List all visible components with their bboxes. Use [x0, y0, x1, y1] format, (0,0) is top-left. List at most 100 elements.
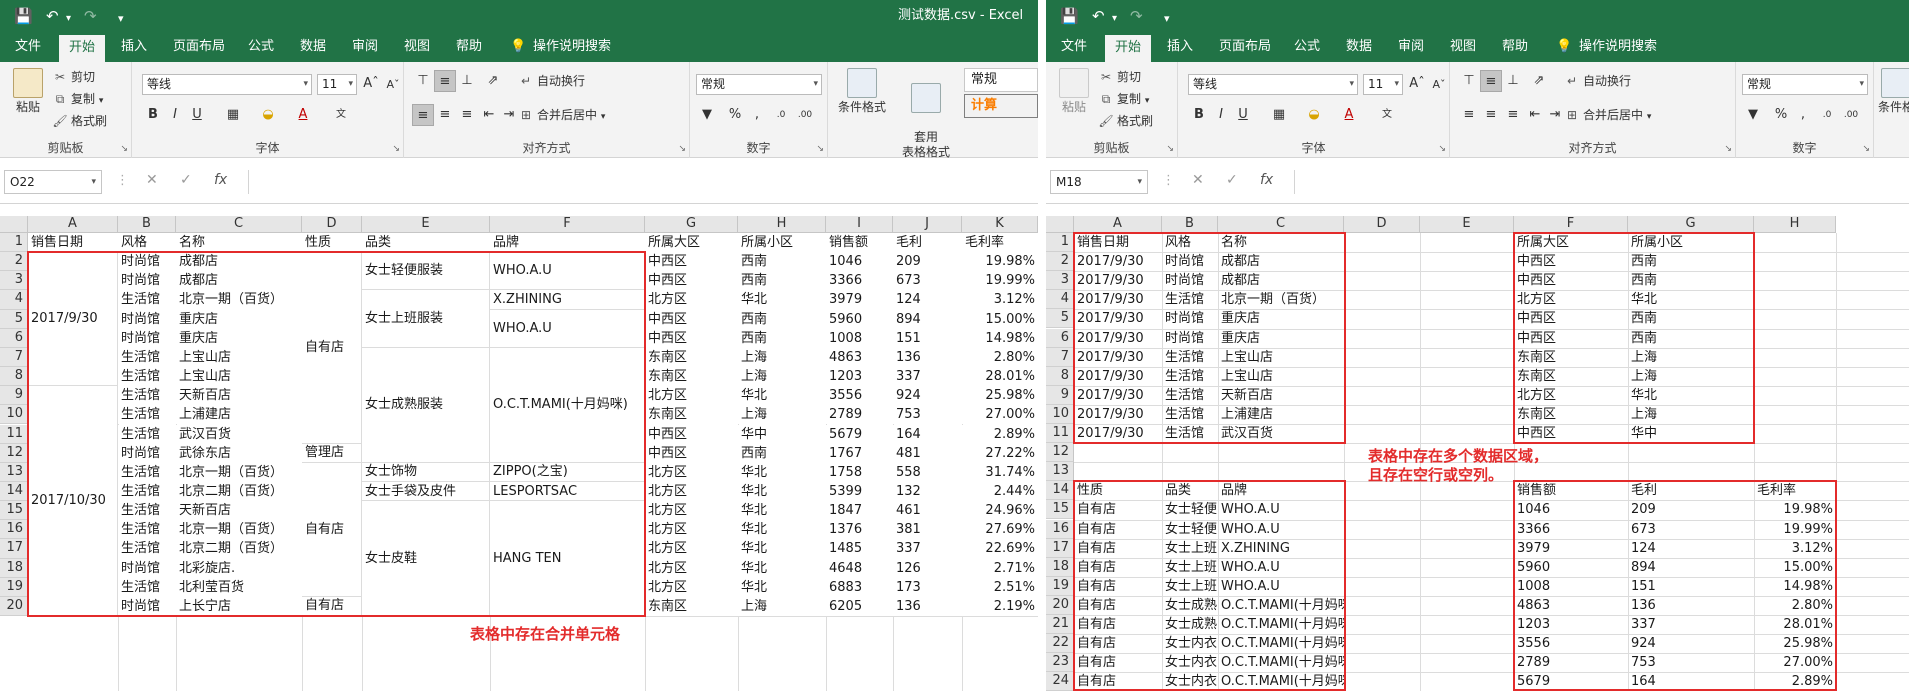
cell[interactable]: 1758 — [826, 462, 893, 482]
cell[interactable]: 381 — [893, 520, 962, 540]
cell[interactable]: 558 — [893, 462, 962, 482]
column-header-K[interactable]: K — [962, 216, 1038, 233]
style-normal[interactable]: 常规 — [964, 68, 1038, 92]
cell[interactable]: 北京一期（百货） — [176, 290, 302, 310]
cell[interactable]: 5960 — [1514, 558, 1628, 577]
column-header-F[interactable]: F — [490, 216, 645, 233]
save-icon[interactable]: 💾 — [1060, 6, 1079, 26]
cell[interactable]: 时尚馆 — [1162, 309, 1218, 328]
borders-icon[interactable]: ▦ — [1268, 104, 1290, 126]
tab-file[interactable]: 文件 — [1051, 32, 1097, 62]
cell[interactable]: 2017/9/30 — [1074, 367, 1162, 386]
cell[interactable]: 自有店 — [1074, 634, 1162, 653]
cell[interactable]: 自有店 — [1074, 558, 1162, 577]
cell[interactable]: 3366 — [826, 271, 893, 291]
cut-button[interactable]: ✂ 剪切 — [52, 68, 95, 86]
cell[interactable]: 北方区 — [645, 501, 738, 521]
tab-page-layout[interactable]: 页面布局 — [1209, 32, 1281, 62]
cell[interactable]: 5399 — [826, 481, 893, 502]
cell[interactable]: 生活馆 — [1162, 367, 1218, 386]
format-painter-button[interactable]: 🖌 格式刷 — [52, 112, 107, 130]
customize-toolbar-icon[interactable]: ▾ — [1164, 9, 1170, 29]
cell[interactable]: 2017/9/30 — [1074, 424, 1162, 443]
align-middle-icon[interactable]: ≡ — [434, 70, 456, 92]
row-header[interactable]: 16 — [0, 520, 28, 540]
cell[interactable]: 151 — [1628, 577, 1754, 596]
cell[interactable]: WHO.A.U — [1218, 520, 1344, 539]
cell[interactable]: 女士成熟 — [1162, 596, 1218, 615]
cell[interactable]: 东南区 — [1514, 348, 1628, 367]
cell[interactable]: 时尚馆 — [118, 558, 176, 578]
cell[interactable]: 136 — [893, 596, 962, 616]
merged-cell[interactable]: HANG TEN — [490, 501, 645, 616]
cell[interactable]: 生活馆 — [118, 501, 176, 521]
cell[interactable]: 5960 — [826, 309, 893, 329]
cell[interactable]: 东南区 — [645, 405, 738, 425]
row-header[interactable]: 17 — [1046, 538, 1074, 558]
cell[interactable]: 自有店 — [1074, 653, 1162, 672]
cell[interactable]: 销售额 — [1514, 481, 1628, 500]
column-header-G[interactable]: G — [1628, 216, 1754, 233]
font-size-combo[interactable]: 11 ▾ — [1363, 74, 1403, 95]
merged-cell[interactable]: 2017/9/30 — [28, 252, 118, 387]
row-header[interactable]: 1 — [0, 233, 28, 253]
cell[interactable]: 天新百店 — [176, 386, 302, 406]
comma-icon[interactable]: , — [746, 104, 768, 126]
merged-cell[interactable]: LESPORTSAC — [490, 481, 645, 502]
row-header[interactable]: 3 — [0, 271, 28, 291]
cell[interactable]: 中西区 — [645, 252, 738, 272]
row-header[interactable]: 7 — [0, 347, 28, 368]
cell[interactable]: 中西区 — [1514, 424, 1628, 443]
row-header[interactable]: 11 — [1046, 424, 1074, 444]
fill-color-icon[interactable]: ◒ — [1303, 104, 1325, 126]
cell[interactable]: 女士内衣 — [1162, 672, 1218, 691]
cell[interactable]: 成都店 — [176, 271, 302, 291]
merged-cell[interactable]: WHO.A.U — [490, 309, 645, 348]
row-header[interactable]: 11 — [0, 424, 28, 444]
column-header-A[interactable]: A — [28, 216, 118, 233]
cell[interactable]: 3979 — [1514, 539, 1628, 558]
tab-help[interactable]: 帮助 — [1492, 32, 1538, 62]
row-header[interactable]: 20 — [0, 596, 28, 616]
cell[interactable]: 品牌 — [1218, 481, 1344, 500]
merged-cell[interactable]: 自有店 — [302, 252, 362, 444]
tab-review[interactable]: 审阅 — [1388, 32, 1434, 62]
merged-cell[interactable]: 女士皮鞋 — [362, 501, 490, 616]
cell[interactable]: 女士上班 — [1162, 539, 1218, 558]
cell[interactable]: 6205 — [826, 596, 893, 616]
cell[interactable]: 华中 — [1628, 424, 1754, 443]
row-header[interactable]: 9 — [1046, 385, 1074, 405]
cell[interactable]: 时尚馆 — [118, 309, 176, 329]
row-header[interactable]: 18 — [0, 558, 28, 578]
cell[interactable]: 2.19% — [962, 596, 1038, 616]
cell[interactable]: 女士上班 — [1162, 577, 1218, 596]
cell[interactable]: 时尚馆 — [1162, 271, 1218, 290]
cell[interactable]: 成都店 — [176, 252, 302, 272]
cell[interactable]: 上海 — [1628, 367, 1754, 386]
cell[interactable]: 1008 — [1514, 577, 1628, 596]
cell[interactable]: 天新百店 — [176, 501, 302, 521]
select-all-corner[interactable] — [0, 216, 28, 233]
worksheet-grid[interactable]: A B C D E F G H 1 2 3 4 5 6 7 8 9 10 11 12 13 14 15 16 17 18 19 20 2… — [1046, 216, 1909, 691]
cell[interactable]: 151 — [893, 328, 962, 348]
cell[interactable]: 生活馆 — [118, 405, 176, 425]
borders-icon[interactable]: ▦ — [222, 104, 244, 126]
cell[interactable]: 重庆店 — [1218, 309, 1344, 328]
cell[interactable]: 生活馆 — [118, 577, 176, 597]
merged-cell[interactable]: 自有店 — [302, 596, 362, 616]
cell[interactable]: 2.51% — [962, 577, 1038, 597]
cell[interactable]: 自有店 — [1074, 596, 1162, 615]
cell[interactable]: 中西区 — [1514, 329, 1628, 348]
dialog-launcher-icon[interactable]: ↘ — [392, 144, 400, 154]
cell[interactable]: 2017/9/30 — [1074, 348, 1162, 367]
align-middle-icon[interactable]: ≡ — [1480, 70, 1502, 92]
cell[interactable]: 北方区 — [645, 539, 738, 559]
merged-cell[interactable]: 女士手袋及皮件 — [362, 481, 490, 502]
cell[interactable]: 15.00% — [1754, 558, 1836, 577]
merged-cell[interactable]: O.C.T.MAMI(十月妈咪) — [490, 347, 645, 463]
cell[interactable]: O.C.T.MAMI(十月妈咪) — [1218, 615, 1344, 634]
grow-font-button[interactable]: Aˆ — [360, 73, 382, 95]
cell[interactable]: 3.12% — [962, 290, 1038, 310]
row-header[interactable]: 23 — [1046, 653, 1074, 673]
row-header[interactable]: 4 — [0, 290, 28, 310]
